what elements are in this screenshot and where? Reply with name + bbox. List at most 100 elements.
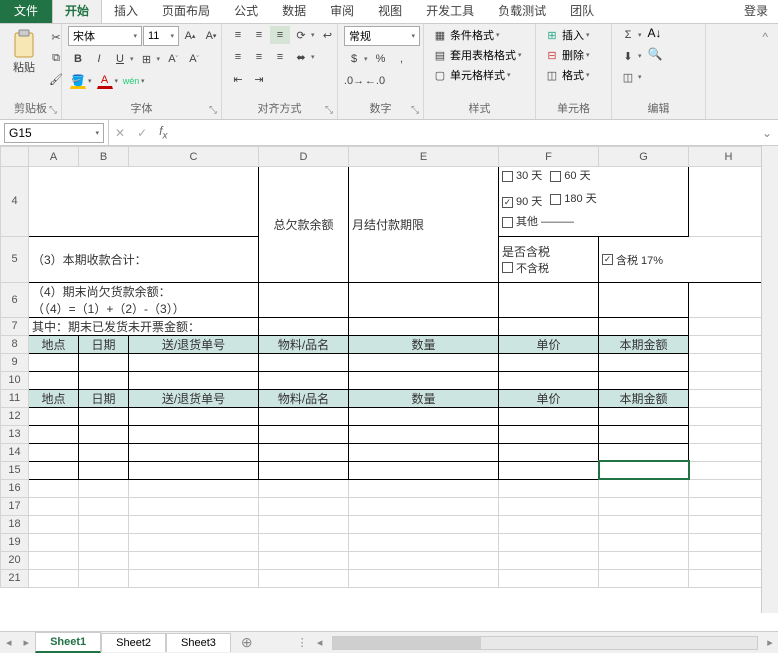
font-decrease-a[interactable]: Aˇ xyxy=(184,50,204,68)
italic-button[interactable]: I xyxy=(89,50,109,68)
row-header-4[interactable]: 4 xyxy=(1,167,29,237)
sheet-nav-prev[interactable]: ◂ xyxy=(0,636,18,649)
column-header-A[interactable]: A xyxy=(29,147,79,167)
add-sheet-button[interactable]: ⊕ xyxy=(231,634,263,651)
column-header-E[interactable]: E xyxy=(349,147,499,167)
find-select-button[interactable]: 🔍 xyxy=(648,47,666,65)
wrap-text-button[interactable]: ↩ xyxy=(318,26,338,44)
table-format-button[interactable]: ▤套用表格格式▾ xyxy=(430,46,524,64)
insert-cells-button[interactable]: ⊞插入▾ xyxy=(542,26,592,44)
checkbox[interactable]: ✓ xyxy=(502,197,513,208)
row-header-6[interactable]: 6 xyxy=(1,282,29,317)
row-header-11[interactable]: 11 xyxy=(1,389,29,407)
fill-button[interactable]: ⬇▾ xyxy=(618,47,644,65)
column-header-B[interactable]: B xyxy=(79,147,129,167)
row-header-21[interactable]: 21 xyxy=(1,569,29,587)
align-center[interactable]: ≡ xyxy=(249,48,269,66)
formula-input[interactable] xyxy=(173,124,755,142)
fx-icon[interactable]: fx xyxy=(153,124,173,141)
tab-developer[interactable]: 开发工具 xyxy=(414,0,486,23)
autosum-button[interactable]: Σ▾ xyxy=(618,26,644,44)
tab-file[interactable]: 文件 xyxy=(0,0,52,23)
decrease-decimal[interactable]: ←.0 xyxy=(365,72,385,90)
column-header-D[interactable]: D xyxy=(259,147,349,167)
sheet-nav-next[interactable]: ▸ xyxy=(18,636,36,649)
row-header-18[interactable]: 18 xyxy=(1,515,29,533)
tab-view[interactable]: 视图 xyxy=(366,0,414,23)
checkbox[interactable] xyxy=(550,171,561,182)
cell-style-button[interactable]: ▢单元格样式▾ xyxy=(430,66,513,84)
font-color-button[interactable]: A▾ xyxy=(95,72,121,90)
orientation-button[interactable]: ⟳▾ xyxy=(291,26,317,44)
format-cells-button[interactable]: ◫格式▾ xyxy=(542,66,592,84)
row-header-5[interactable]: 5 xyxy=(1,236,29,282)
hscroll-left[interactable]: ◂ xyxy=(312,636,328,649)
number-format-select[interactable]: 常规▾ xyxy=(344,26,420,46)
sort-filter-button[interactable]: A↓ xyxy=(648,26,666,44)
collapse-ribbon-button[interactable]: ^ xyxy=(756,28,774,46)
confirm-formula-button[interactable]: ✓ xyxy=(131,126,153,140)
row-header-13[interactable]: 13 xyxy=(1,425,29,443)
font-name-select[interactable]: 宋体▾ xyxy=(68,26,142,46)
increase-indent[interactable]: ⇥ xyxy=(249,70,269,88)
align-middle[interactable]: ≡ xyxy=(249,26,269,44)
column-header-H[interactable]: H xyxy=(689,147,769,167)
border-button[interactable]: ⊞▾ xyxy=(137,50,163,68)
tab-review[interactable]: 审阅 xyxy=(318,0,366,23)
row-header-20[interactable]: 20 xyxy=(1,551,29,569)
sheet-tab-3[interactable]: Sheet3 xyxy=(166,633,231,652)
tab-data[interactable]: 数据 xyxy=(270,0,318,23)
checkbox[interactable] xyxy=(502,262,513,273)
decrease-font-button[interactable]: A▾ xyxy=(201,26,221,46)
row-header-15[interactable]: 15 xyxy=(1,461,29,479)
active-cell[interactable] xyxy=(599,461,689,479)
row-header-7[interactable]: 7 xyxy=(1,317,29,335)
row-header-12[interactable]: 12 xyxy=(1,407,29,425)
currency-button[interactable]: $▾ xyxy=(344,50,370,68)
tab-insert[interactable]: 插入 xyxy=(102,0,150,23)
increase-decimal[interactable]: .0→ xyxy=(344,72,364,90)
row-header-17[interactable]: 17 xyxy=(1,497,29,515)
bold-button[interactable]: B xyxy=(68,50,88,68)
percent-button[interactable]: % xyxy=(371,50,391,68)
clear-button[interactable]: ◫▾ xyxy=(618,68,644,86)
select-all-corner[interactable] xyxy=(1,147,29,167)
vertical-scrollbar[interactable] xyxy=(761,146,778,613)
row-header-9[interactable]: 9 xyxy=(1,353,29,371)
column-header-C[interactable]: C xyxy=(129,147,259,167)
expand-formula-bar[interactable]: ⌄ xyxy=(756,126,778,140)
fill-color-button[interactable]: 🪣▾ xyxy=(68,72,94,90)
merge-button[interactable]: ⬌▾ xyxy=(291,48,317,66)
row-header-8[interactable]: 8 xyxy=(1,335,29,353)
align-top[interactable]: ≡ xyxy=(228,26,248,44)
tab-home[interactable]: 开始 xyxy=(52,0,102,23)
hscroll-right[interactable]: ▸ xyxy=(762,636,778,649)
sheet-tab-2[interactable]: Sheet2 xyxy=(101,633,166,652)
row-header-19[interactable]: 19 xyxy=(1,533,29,551)
column-header-G[interactable]: G xyxy=(599,147,689,167)
checkbox[interactable] xyxy=(502,171,513,182)
tab-loadtest[interactable]: 负载测试 xyxy=(486,0,558,23)
align-bottom[interactable]: ≡ xyxy=(270,26,290,44)
font-increase-a[interactable]: Aˇ xyxy=(163,50,183,68)
align-left[interactable]: ≡ xyxy=(228,48,248,66)
underline-button[interactable]: U▾ xyxy=(110,50,136,68)
clipboard-launcher[interactable]: ⤡ xyxy=(49,105,57,116)
font-size-select[interactable]: 11▾ xyxy=(143,26,179,46)
align-right[interactable]: ≡ xyxy=(270,48,290,66)
row-header-14[interactable]: 14 xyxy=(1,443,29,461)
cancel-formula-button[interactable]: ✕ xyxy=(109,126,131,140)
spreadsheet-grid[interactable]: ABCDEFGH4 总欠款余额 月结付款期限 30 天60 天 ✓90 天180… xyxy=(0,146,776,588)
align-launcher[interactable]: ⤡ xyxy=(325,105,333,116)
conditional-format-button[interactable]: ▦条件格式▾ xyxy=(430,26,502,44)
row-header-10[interactable]: 10 xyxy=(1,371,29,389)
horizontal-scrollbar[interactable] xyxy=(332,636,758,650)
comma-button[interactable]: , xyxy=(392,50,412,68)
checkbox[interactable]: ✓ xyxy=(602,254,613,265)
row-header-16[interactable]: 16 xyxy=(1,479,29,497)
phonetic-button[interactable]: wén▾ xyxy=(121,72,147,90)
decrease-indent[interactable]: ⇤ xyxy=(228,70,248,88)
tab-pagelayout[interactable]: 页面布局 xyxy=(150,0,222,23)
increase-font-button[interactable]: A▴ xyxy=(180,26,200,46)
login-link[interactable]: 登录 xyxy=(734,0,778,23)
